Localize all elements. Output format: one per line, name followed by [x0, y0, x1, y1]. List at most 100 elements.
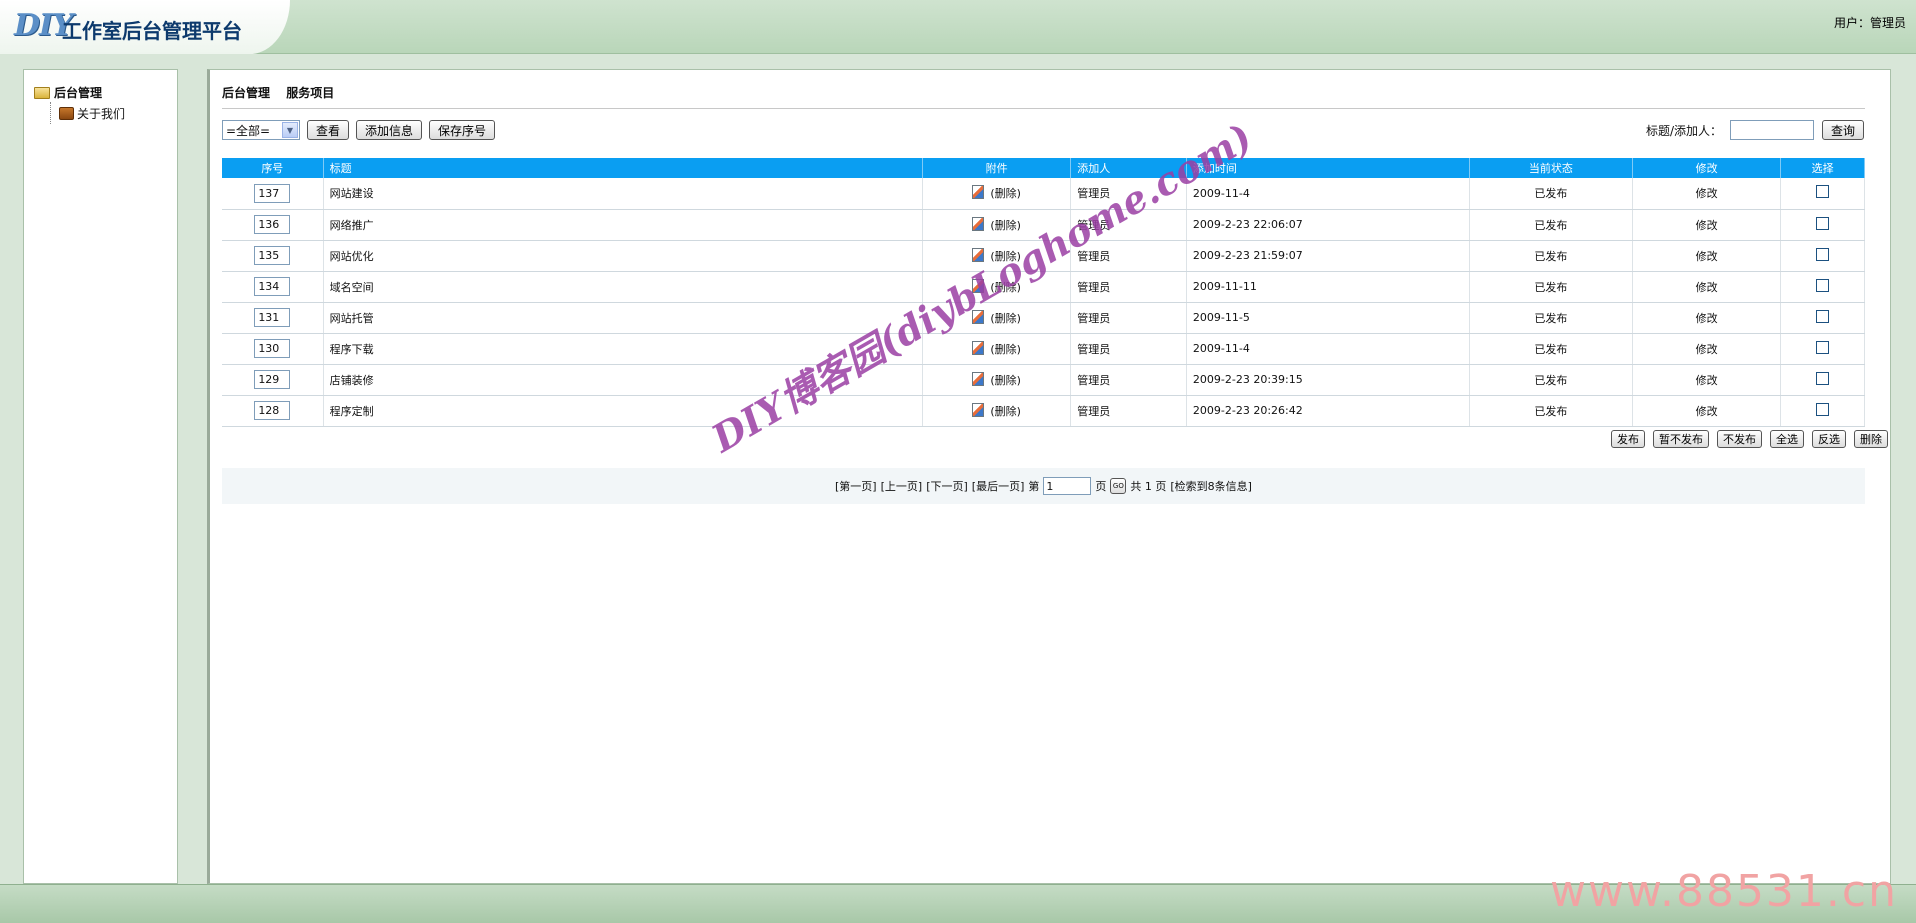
action-bar: 发布 暂不发布 不发布 全选 反选 删除 — [1611, 430, 1888, 448]
delete-attachment-link[interactable]: (删除) — [990, 343, 1021, 356]
row-checkbox[interactable] — [1816, 216, 1830, 230]
title-cell: 程序定制 — [323, 395, 923, 427]
table-row: 129 店铺装修 (删除) 管理员 2009-2-23 20:39:15 已发布 修改 — [222, 364, 1865, 396]
page-number-input[interactable]: 1 — [1043, 477, 1092, 495]
column-header: 选择 — [1780, 158, 1865, 178]
table-row: 135 网站优化 (删除) 管理员 2009-2-23 21:59:07 已发布 修改 — [222, 240, 1865, 272]
image-file-icon[interactable] — [972, 402, 985, 417]
edit-link[interactable]: 修改 — [1632, 240, 1782, 272]
total-pages: 共 1 页 — [1130, 480, 1167, 493]
order-input[interactable]: 136 — [254, 215, 291, 234]
order-input[interactable]: 135 — [254, 246, 291, 265]
author-cell: 管理员 — [1070, 271, 1187, 303]
column-header: 附件 — [922, 158, 1072, 178]
delete-attachment-link[interactable]: (删除) — [990, 405, 1021, 418]
attachment-cell: (删除) — [922, 240, 1072, 272]
prev-page-link[interactable]: [上一页] — [881, 478, 923, 494]
delete-attachment-link[interactable]: (删除) — [990, 281, 1021, 294]
row-checkbox[interactable] — [1816, 309, 1830, 323]
delete-attachment-link[interactable]: (删除) — [990, 374, 1021, 387]
status-cell: 已发布 — [1469, 240, 1633, 272]
filter-select[interactable]: =全部= ▼ — [222, 120, 300, 140]
pager: [第一页] [上一页] [下一页] [最后一页] 第 1 页 GO 共 1 页 … — [222, 468, 1865, 504]
view-button[interactable]: 查看 — [307, 120, 350, 140]
row-checkbox[interactable] — [1816, 247, 1830, 261]
order-cell: 136 — [222, 209, 324, 241]
unpublish-button[interactable]: 不发布 — [1717, 430, 1762, 448]
logo-area: DIY 工作室后台管理平台 — [0, 0, 290, 54]
select-cell — [1780, 302, 1865, 334]
edit-link[interactable]: 修改 — [1632, 209, 1782, 241]
image-file-icon[interactable] — [972, 340, 985, 355]
delete-button[interactable]: 删除 — [1854, 430, 1888, 448]
go-button[interactable]: GO — [1110, 478, 1127, 494]
filter-select-value: =全部= — [226, 123, 271, 138]
order-cell: 137 — [222, 178, 324, 210]
select-cell — [1780, 178, 1865, 210]
edit-link[interactable]: 修改 — [1632, 178, 1782, 210]
delete-attachment-link[interactable]: (删除) — [990, 187, 1021, 200]
title-cell: 网站建设 — [323, 178, 923, 210]
column-header: 当前状态 — [1469, 158, 1633, 178]
chevron-down-icon[interactable]: ▼ — [282, 122, 298, 138]
delete-attachment-link[interactable]: (删除) — [990, 312, 1021, 325]
image-file-icon[interactable] — [972, 247, 985, 262]
order-input[interactable]: 129 — [254, 370, 291, 389]
sidebar: 后台管理 关于我们 — [23, 69, 178, 884]
divider — [222, 108, 1865, 109]
order-cell: 128 — [222, 395, 324, 427]
sidebar-item-label: 关于我们 — [77, 106, 126, 121]
table-row: 136 网络推广 (删除) 管理员 2009-2-23 22:06:07 已发布 修改 — [222, 209, 1865, 241]
attachment-cell: (删除) — [922, 302, 1072, 334]
publish-button[interactable]: 发布 — [1611, 430, 1645, 448]
image-file-icon[interactable] — [972, 185, 985, 200]
select-cell — [1780, 364, 1865, 396]
row-checkbox[interactable] — [1816, 402, 1830, 416]
author-cell: 管理员 — [1070, 364, 1187, 396]
edit-link[interactable]: 修改 — [1632, 302, 1782, 334]
next-page-link[interactable]: [下一页] — [926, 478, 968, 494]
invert-selection-button[interactable]: 反选 — [1812, 430, 1846, 448]
tree-root[interactable]: 后台管理 — [34, 84, 102, 101]
order-input[interactable]: 131 — [254, 308, 291, 327]
image-file-icon[interactable] — [972, 216, 985, 231]
delete-attachment-link[interactable]: (删除) — [990, 219, 1021, 232]
sidebar-item-about-us[interactable]: 关于我们 — [50, 102, 125, 124]
data-table: 序号 标题 附件 添加人 添加时间 当前状态 修改 选择 137 网站建设 (删除)… — [222, 158, 1865, 427]
title-cell: 网络推广 — [323, 209, 923, 241]
order-input[interactable]: 130 — [254, 339, 291, 358]
image-file-icon[interactable] — [972, 371, 985, 386]
order-input[interactable]: 137 — [254, 183, 291, 203]
row-checkbox[interactable] — [1816, 278, 1830, 292]
first-page-link[interactable]: [第一页] — [835, 478, 877, 494]
row-checkbox[interactable] — [1816, 371, 1830, 385]
breadcrumb-item: 后台管理 — [222, 86, 271, 100]
search-button[interactable]: 查询 — [1821, 120, 1864, 140]
select-all-button[interactable]: 全选 — [1770, 430, 1804, 448]
search-label: 标题/添加人： — [1645, 123, 1722, 138]
edit-link[interactable]: 修改 — [1632, 364, 1782, 396]
attachment-cell: (删除) — [922, 178, 1072, 210]
image-file-icon[interactable] — [972, 278, 985, 293]
select-cell — [1780, 333, 1865, 365]
select-cell — [1780, 240, 1865, 272]
last-page-link[interactable]: [最后一页] — [972, 478, 1025, 494]
order-cell: 134 — [222, 271, 324, 303]
order-input[interactable]: 128 — [254, 401, 291, 420]
title-cell: 网站托管 — [323, 302, 923, 334]
author-cell: 管理员 — [1070, 240, 1187, 272]
save-order-button[interactable]: 保存序号 — [429, 120, 496, 140]
content-frame: 后台管理 关于我们 后台管理 服务项目 =全部= ▼ 查看 添加信息 保存序号 … — [0, 54, 1916, 884]
row-checkbox[interactable] — [1816, 185, 1830, 199]
edit-link[interactable]: 修改 — [1632, 333, 1782, 365]
delete-attachment-link[interactable]: (删除) — [990, 250, 1021, 263]
row-checkbox[interactable] — [1816, 340, 1830, 354]
search-input[interactable] — [1729, 120, 1814, 140]
edit-link[interactable]: 修改 — [1632, 271, 1782, 303]
order-input[interactable]: 134 — [254, 277, 291, 296]
temp-unpublish-button[interactable]: 暂不发布 — [1653, 430, 1709, 448]
add-info-button[interactable]: 添加信息 — [356, 120, 423, 140]
edit-link[interactable]: 修改 — [1632, 395, 1782, 427]
image-file-icon[interactable] — [972, 309, 985, 324]
title-cell: 域名空间 — [323, 271, 923, 303]
